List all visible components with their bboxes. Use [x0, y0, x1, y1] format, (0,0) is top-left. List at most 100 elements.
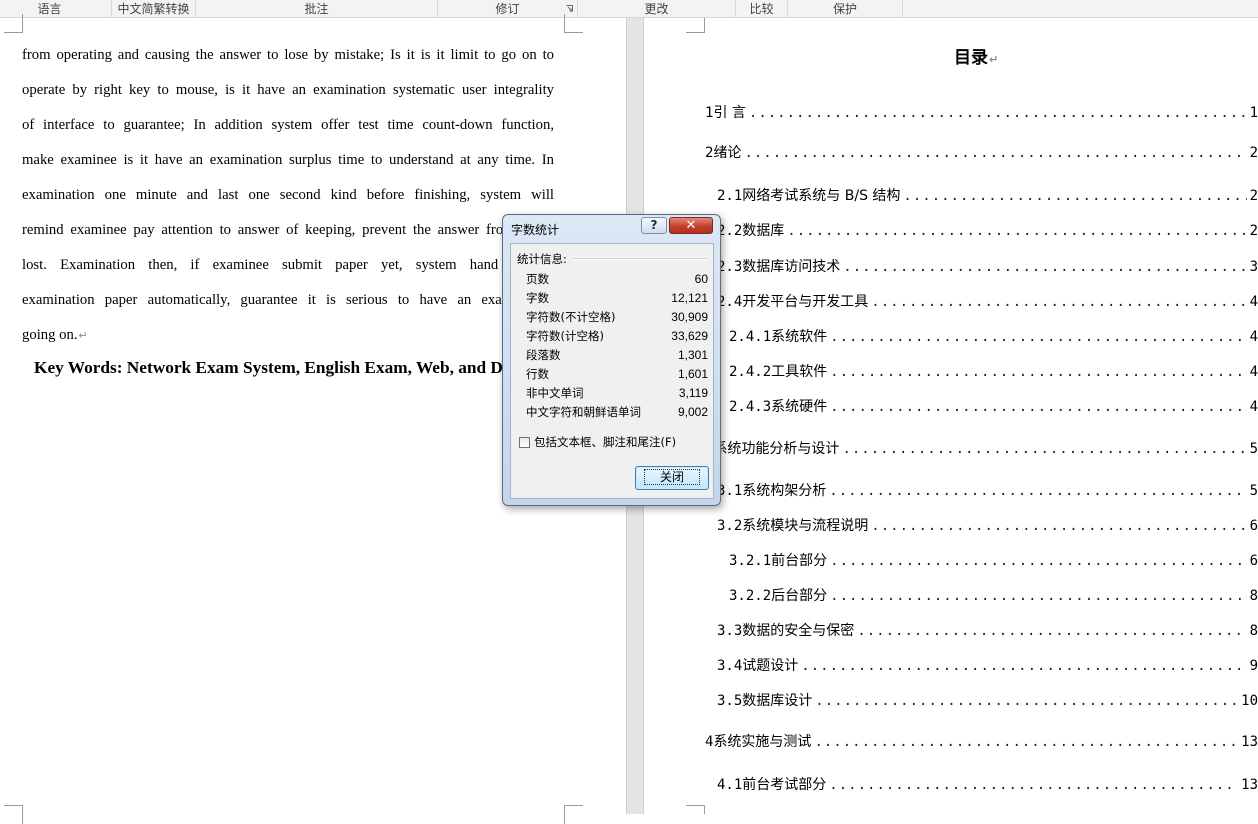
- toc-entry-label: 3.2.2后台部分: [729, 585, 827, 607]
- toc-entry-label: 4系统实施与测试: [705, 731, 811, 753]
- abstract-line: remind examinee pay attention to answer …: [22, 222, 554, 238]
- toc-leader-dots: ........................................…: [871, 518, 1246, 534]
- toc-leader-dots: ........................................…: [801, 658, 1246, 674]
- toc-entry[interactable]: 2.1网络考试系统与 B/S 结构.......................…: [717, 185, 1258, 207]
- toc-entry-text: 系统软件: [771, 329, 828, 345]
- toc-entry[interactable]: 3.3数据的安全与保密.............................…: [717, 620, 1258, 642]
- statistic-value: 12,121: [671, 291, 708, 305]
- toc-entry-label: 4.1前台考试部分: [717, 774, 826, 796]
- toc-entry-label: 3.5数据库设计: [717, 690, 812, 712]
- statistic-label: 中文字符和朝鲜语单词: [526, 405, 641, 419]
- help-button[interactable]: ?: [641, 217, 667, 234]
- toc-leader-dots: ........................................…: [744, 145, 1246, 161]
- toc-entry-label: 3.1系统构架分析: [717, 480, 826, 502]
- toc-leader-dots: ........................................…: [903, 188, 1247, 204]
- toc-entry-text: 数据库设计: [742, 693, 813, 709]
- toc-leader-dots: ........................................…: [829, 483, 1247, 499]
- include-textboxes-checkbox[interactable]: [519, 437, 530, 448]
- toc-page-number: 4: [1249, 329, 1258, 345]
- paragraph-mark-icon: ↵: [989, 53, 999, 66]
- toc-entry-label: 2.2数据库: [717, 220, 784, 242]
- toc-page-number: 5: [1249, 483, 1258, 499]
- toc-entry-label: 2.4.1系统软件: [729, 326, 827, 348]
- abstract-line: examination one minute and last one seco…: [22, 187, 554, 203]
- toc-page-number: 1: [1249, 105, 1258, 121]
- close-button[interactable]: 关闭: [635, 466, 709, 490]
- toc-entry[interactable]: 3.4试题设计.................................…: [717, 655, 1258, 677]
- statistic-label: 字符数(不计空格): [526, 310, 616, 324]
- toc-entry-text: 前台部分: [771, 553, 828, 569]
- toc-entry-number: 3.2.2: [729, 588, 772, 604]
- toc-leader-dots: ........................................…: [787, 223, 1246, 239]
- toc-entry[interactable]: 3.2系统模块与流程说明............................…: [717, 515, 1258, 537]
- toc-leader-dots: ........................................…: [830, 399, 1247, 415]
- crop-mark: [686, 805, 705, 814]
- toc-entry[interactable]: 3.2.2后台部分...............................…: [729, 585, 1258, 607]
- statistic-value: 9,002: [677, 405, 708, 419]
- toc-page-number: 6: [1249, 553, 1258, 569]
- toc-entry-number: 3.3: [717, 623, 743, 639]
- statistic-row: 页数 60: [526, 270, 708, 289]
- toc-entry[interactable]: 2.4.1系统软件...............................…: [729, 326, 1258, 348]
- abstract-text: going on.: [22, 327, 78, 343]
- toc-leader-dots: ........................................…: [830, 364, 1247, 380]
- statistic-value: 1,601: [677, 367, 708, 381]
- dialog-body: 统计信息: 页数 60 字数 12,121 字符数(不计空格) 30,909 字符数(计空格…: [510, 243, 714, 499]
- ribbon-group-chinese-conversion: 中文简繁转换: [112, 0, 196, 17]
- toc-entry[interactable]: 2绪论.....................................…: [705, 142, 1258, 164]
- toc-entry-text: 开发平台与开发工具: [742, 294, 869, 310]
- include-textboxes-label[interactable]: 包括文本框、脚注和尾注(F): [534, 434, 676, 450]
- statistic-value: 1,301: [677, 348, 708, 362]
- ribbon-group-compare: 比较: [736, 0, 788, 17]
- toc-entry[interactable]: 2.4.3系统硬件...............................…: [729, 396, 1258, 418]
- toc-entry-label: 3系统功能分析与设计: [705, 438, 839, 460]
- toc-page-number: 5: [1249, 441, 1258, 457]
- abstract-line: from operating and causing the answer to…: [22, 47, 554, 63]
- toc-entry[interactable]: 3.5数据库设计................................…: [717, 690, 1258, 712]
- word-count-dialog: 字数统计 ? ✕ 统计信息: 页数 60 字数 12,121 字符数(不计空格) 30,9…: [502, 214, 721, 506]
- toc-page-number: 6: [1249, 518, 1258, 534]
- paragraph-mark-icon: ↵: [78, 330, 88, 342]
- toc-entry-text: 绪论: [713, 145, 742, 161]
- toc-entry-label: 2.4.3系统硬件: [729, 396, 827, 418]
- toc-entry-text: 系统实施与测试: [713, 734, 812, 750]
- statistic-value: 30,909: [671, 310, 708, 324]
- toc-entry[interactable]: 2.2数据库..................................…: [717, 220, 1258, 242]
- toc-entry-text: 网络考试系统与 B/S 结构: [742, 188, 901, 204]
- toc-entry[interactable]: 4系统实施与测试................................…: [705, 731, 1258, 753]
- statistic-label: 段落数: [526, 348, 561, 362]
- statistics-legend: 统计信息:: [517, 252, 567, 266]
- toc-entry[interactable]: 3.2.1前台部分...............................…: [729, 550, 1258, 572]
- ribbon-group-protect: 保护: [788, 0, 903, 17]
- toc-entry[interactable]: 1引 言....................................…: [705, 102, 1258, 124]
- toc-leader-dots: ........................................…: [842, 441, 1247, 457]
- toc-entry-label: 2绪论: [705, 142, 741, 164]
- document-page-right[interactable]: 目录↵ 1引 言................................…: [643, 18, 1258, 814]
- statistic-value: 33,629: [671, 329, 708, 343]
- window-close-button[interactable]: ✕: [669, 217, 713, 234]
- toc-leader-dots: ........................................…: [830, 329, 1247, 345]
- statistic-row: 字符数(不计空格) 30,909: [526, 308, 708, 327]
- toc-entry[interactable]: 4.1前台考试部分...............................…: [717, 774, 1258, 796]
- toc-entry-text: 系统模块与流程说明: [742, 518, 869, 534]
- ribbon-group-tracking: 修订: [438, 0, 578, 17]
- statistic-value: 3,119: [678, 386, 708, 400]
- statistic-row: 段落数 1,301: [526, 346, 708, 365]
- toc-page-number: 2: [1249, 223, 1258, 239]
- toc-entry-text: 后台部分: [771, 588, 828, 604]
- statistic-row: 字数 12,121: [526, 289, 708, 308]
- toc-entry[interactable]: 2.4.2工具软件...............................…: [729, 361, 1258, 383]
- toc-entry[interactable]: 2.3数据库访问技术..............................…: [717, 256, 1258, 278]
- toc-page-number: 8: [1249, 623, 1258, 639]
- toc-entry[interactable]: 2.4开发平台与开发工具............................…: [717, 291, 1258, 313]
- toc-leader-dots: ........................................…: [857, 623, 1246, 639]
- dialog-launcher-icon[interactable]: [566, 5, 573, 12]
- toc-entry[interactable]: 3.1系统构架分析...............................…: [717, 480, 1258, 502]
- statistic-label: 非中文单词: [526, 386, 584, 400]
- toc-entry-number: 3.2: [717, 518, 743, 534]
- toc-entry-text: 数据的安全与保密: [742, 623, 855, 639]
- toc-entry[interactable]: 3系统功能分析与设计..............................…: [705, 438, 1258, 460]
- toc-entry-text: 数据库访问技术: [742, 259, 841, 275]
- toc-entry-text: 工具软件: [771, 364, 828, 380]
- toc-entry-number: 2.4.2: [729, 364, 772, 380]
